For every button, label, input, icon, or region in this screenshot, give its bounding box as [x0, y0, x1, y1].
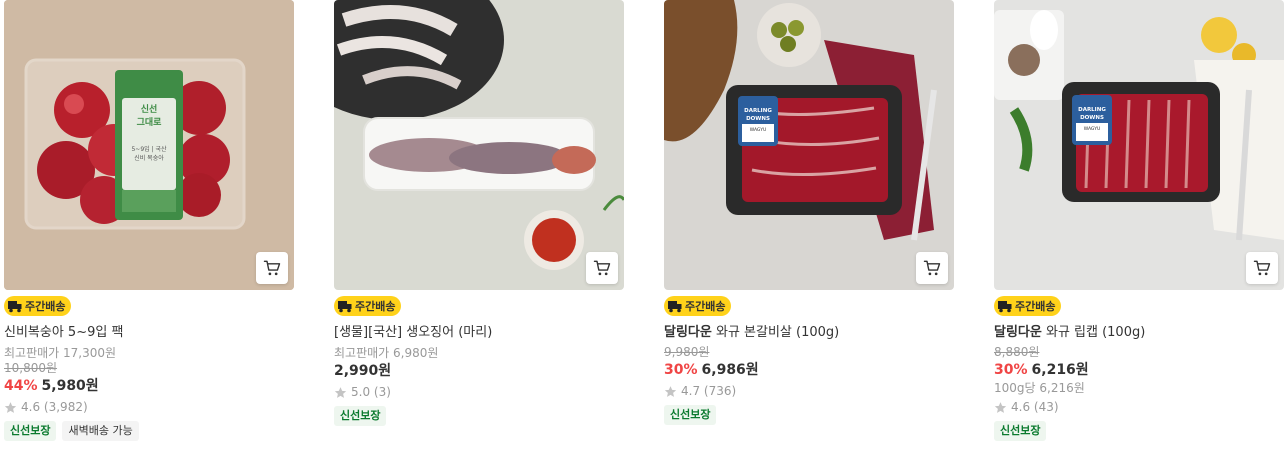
weekly-badge-label: 주간배송 [1015, 300, 1056, 313]
package-label-line: 그대로 [137, 116, 163, 128]
product-card-wagyu-ribcap[interactable]: DARLING DOWNS WAGYU 주간배송 달링다운 와규 립캡 (100… [994, 0, 1284, 441]
sale-price: 5,980원 [41, 378, 99, 394]
tag-list: 신선보장 새벽배송 가능 [4, 421, 294, 441]
cart-icon [593, 260, 611, 276]
add-to-cart-button[interactable] [256, 252, 288, 284]
discount-rate: 30% [664, 362, 698, 378]
weekly-delivery-badge: 주간배송 [334, 296, 402, 316]
rating: 4.6 (3,982) [4, 399, 294, 415]
original-price: 10,800원 [4, 361, 58, 375]
rating: 4.7 (736) [664, 383, 954, 399]
star-icon [664, 385, 677, 398]
truck-icon [997, 299, 1013, 313]
rating-score: 4.6 [21, 400, 41, 414]
product-name[interactable]: 달링다운 와규 본갈비살 (100g) [664, 324, 954, 342]
tag-list: 신선보장 [664, 405, 954, 425]
truck-icon [7, 299, 23, 313]
review-count: (3,982) [43, 400, 88, 414]
rating-score: 4.7 [681, 384, 701, 398]
weekly-badge-label: 주간배송 [355, 300, 396, 313]
fresh-guarantee-tag: 신선보장 [994, 421, 1047, 441]
truck-icon [337, 299, 353, 313]
price-line: 30% 6,216원 [994, 360, 1284, 380]
brand-name: 달링다운 [664, 325, 712, 340]
review-count: (3) [373, 385, 391, 399]
star-icon [4, 401, 17, 414]
price-line: 30% 6,986원 [664, 360, 954, 380]
product-name-text: 신비복숭아 5~9입 팩 [4, 325, 124, 340]
tag-list: 신선보장 [334, 406, 624, 426]
fresh-guarantee-tag: 신선보장 [4, 421, 57, 441]
fresh-guarantee-tag: 신선보장 [334, 406, 387, 426]
unit-price: 100g당 6,216원 [994, 381, 1085, 395]
lowest-price-note: 최고판매가 17,300원 [4, 346, 117, 360]
weekly-badge-label: 주간배송 [685, 300, 726, 313]
package-label-line: 신비 복숭아 [134, 154, 164, 162]
dawn-delivery-tag: 새벽배송 가능 [62, 421, 139, 441]
product-image-peach[interactable]: 신선 그대로 5~9입 | 국산 신비 복숭아 [4, 0, 294, 290]
product-card-wagyu-rib[interactable]: DARLING DOWNS WAGYU 주간배송 달링다운 와규 본갈비살 (1… [664, 0, 954, 425]
brand-label-line: DOWNS [746, 116, 770, 122]
cart-icon [1253, 260, 1271, 276]
original-price: 8,880원 [994, 345, 1040, 359]
sale-price: 6,986원 [701, 362, 759, 378]
product-name-text: 와규 립캡 (100g) [1045, 325, 1146, 340]
brand-label-line: DOWNS [1080, 115, 1104, 121]
product-name[interactable]: 달링다운 와규 립캡 (100g) [994, 324, 1284, 342]
product-name-text: 와규 본갈비살 (100g) [715, 325, 840, 340]
cart-icon [923, 260, 941, 276]
brand-name: 달링다운 [994, 325, 1042, 340]
package-label-line: 신선 [141, 103, 158, 115]
truck-icon [667, 299, 683, 313]
product-name-text: [생물][국산] 생오징어 (마리) [334, 325, 493, 340]
product-image-wagyu-ribcap[interactable]: DARLING DOWNS WAGYU [994, 0, 1284, 290]
brand-label-line: WAGYU [1084, 126, 1101, 132]
product-card-peach[interactable]: 신선 그대로 5~9입 | 국산 신비 복숭아 주간배송 신비복숭아 5~9입 … [4, 0, 294, 441]
review-count: (43) [1033, 400, 1059, 414]
sale-price: 6,216원 [1031, 362, 1089, 378]
star-icon [994, 401, 1007, 414]
sale-price: 2,990원 [334, 363, 392, 379]
product-image-wagyu-rib[interactable]: DARLING DOWNS WAGYU [664, 0, 954, 290]
star-icon [334, 386, 347, 399]
product-image-squid[interactable] [334, 0, 624, 290]
original-price: 9,980원 [664, 345, 710, 359]
brand-label-line: DARLING [1078, 107, 1106, 113]
price-line: 2,990원 [334, 361, 624, 381]
weekly-delivery-badge: 주간배송 [994, 296, 1062, 316]
tag-list: 신선보장 [994, 421, 1284, 441]
cart-icon [263, 260, 281, 276]
product-name[interactable]: [생물][국산] 생오징어 (마리) [334, 324, 624, 342]
weekly-badge-label: 주간배송 [25, 300, 66, 313]
price-line: 44% 5,980원 [4, 376, 294, 396]
rating-score: 4.6 [1011, 400, 1031, 414]
brand-label-line: DARLING [744, 108, 772, 114]
brand-label-line: WAGYU [750, 127, 767, 133]
discount-rate: 44% [4, 378, 38, 394]
rating: 5.0 (3) [334, 384, 624, 400]
add-to-cart-button[interactable] [586, 252, 618, 284]
review-count: (736) [703, 384, 737, 398]
lowest-price-note: 최고판매가 6,980원 [334, 346, 439, 360]
add-to-cart-button[interactable] [916, 252, 948, 284]
weekly-delivery-badge: 주간배송 [4, 296, 72, 316]
rating-score: 5.0 [351, 385, 371, 399]
weekly-delivery-badge: 주간배송 [664, 296, 732, 316]
add-to-cart-button[interactable] [1246, 252, 1278, 284]
discount-rate: 30% [994, 362, 1028, 378]
fresh-guarantee-tag: 신선보장 [664, 405, 717, 425]
product-name[interactable]: 신비복숭아 5~9입 팩 [4, 324, 294, 342]
rating: 4.6 (43) [994, 399, 1284, 415]
product-grid: 신선 그대로 5~9입 | 국산 신비 복숭아 주간배송 신비복숭아 5~9입 … [0, 0, 1288, 455]
package-label-line: 5~9입 | 국산 [131, 145, 167, 153]
product-card-squid[interactable]: 주간배송 [생물][국산] 생오징어 (마리) 최고판매가 6,980원 2,9… [334, 0, 624, 426]
